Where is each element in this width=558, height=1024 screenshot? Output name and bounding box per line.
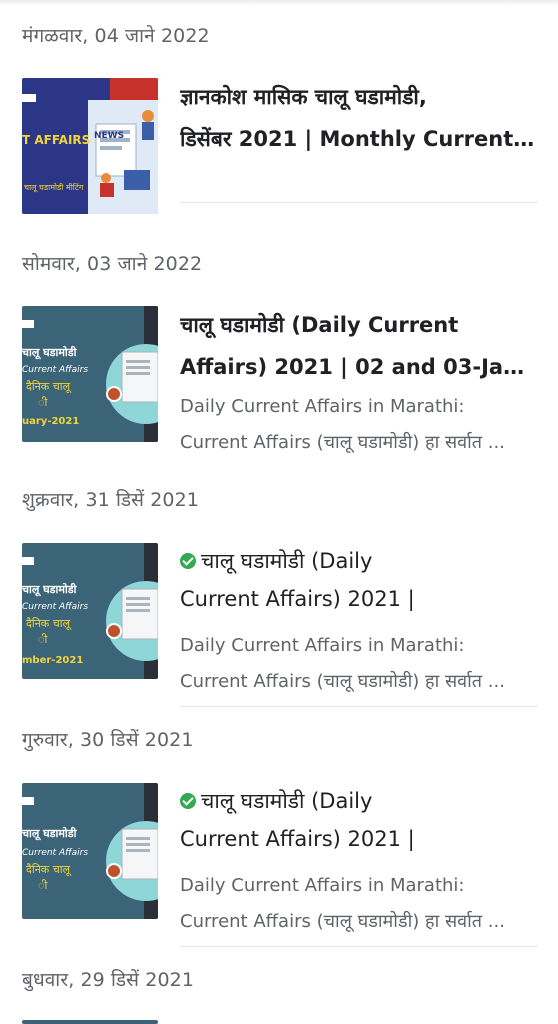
post-date: मंगळवार, 04 जाने 2022 xyxy=(22,25,210,47)
newspaper-thumbnail[interactable]: चालू घडामोडी Current Affairs दैनिक चालू … xyxy=(22,783,158,919)
thumb-line: Current Affairs xyxy=(22,365,88,375)
post-title-text[interactable]: चालू घडामोडी (Daily xyxy=(201,789,372,813)
post-snippet: Daily Current Affairs in Marathi: xyxy=(180,396,465,417)
thumb-line: Current Affairs xyxy=(22,848,88,858)
post-snippet: Daily Current Affairs in Marathi: xyxy=(180,635,465,656)
post-snippet: Daily Current Affairs in Marathi: xyxy=(180,875,465,896)
top-shadow xyxy=(0,0,558,6)
thumb-line: दैनिक चालू xyxy=(26,617,72,631)
post-title-line[interactable]: ज्ञानकोश मासिक चालू घडामोडी, xyxy=(180,76,538,118)
post-date: सोमवार, 03 जाने 2022 xyxy=(22,253,203,275)
newspaper-thumbnail[interactable]: चालू घडामोडी Current Affairs दैनिक चालू … xyxy=(22,543,158,679)
post-date: गुरुवार, 30 डिसें 2021 xyxy=(22,729,194,751)
post-snippet: Current Affairs (चालू घडामोडी) हा सर्वात… xyxy=(180,671,505,692)
post-title-text[interactable]: चालू घडामोडी (Daily xyxy=(201,549,372,573)
thumb-line: दैनिक चालू xyxy=(26,380,72,394)
divider xyxy=(180,706,538,707)
thumb-line: चालू घडामोडी xyxy=(22,826,78,841)
thumb-line: दैनिक चालू xyxy=(26,863,72,877)
verified-check-icon xyxy=(180,553,196,569)
thumb-line: ी xyxy=(38,633,48,646)
divider xyxy=(180,946,538,947)
newspaper-thumbnail[interactable]: चालू घडामोडी Current Affairs दैनिक चालू … xyxy=(22,306,158,442)
thumb-caption: T AFFAIRS xyxy=(22,133,90,147)
thumb-date: mber-2021 xyxy=(22,655,83,666)
post-title-line[interactable]: Current Affairs) 2021 | xyxy=(180,578,538,620)
thumb-line: Current Affairs xyxy=(22,602,88,612)
post-date: शुक्रवार, 31 डिसें 2021 xyxy=(22,489,199,511)
thumb-sub: चालू घडामोडी मीटिंग xyxy=(24,182,84,193)
thumb-date: uary-2021 xyxy=(22,416,79,427)
post-date: बुधवार, 29 डिसें 2021 xyxy=(22,969,195,991)
thumb-line: चालू घडामोडी xyxy=(22,345,78,360)
post-snippet: Current Affairs (चालू घडामोडी) हा सर्वात… xyxy=(180,432,505,453)
thumbnail-partial[interactable] xyxy=(22,1020,158,1024)
post-title-line[interactable]: Current Affairs) 2021 | xyxy=(180,818,538,860)
post-title-line[interactable]: चालू घडामोडी (Daily xyxy=(180,780,538,822)
post-snippet: Current Affairs (चालू घडामोडी) हा सर्वात… xyxy=(180,911,505,932)
thumb-line: ी xyxy=(38,396,48,409)
post-title-line[interactable]: चालू घडामोडी (Daily xyxy=(180,540,538,582)
thumb-line: चालू घडामोडी xyxy=(22,582,78,597)
thumb-badge: NEWS xyxy=(94,131,124,141)
post-title-line[interactable]: डिसेंबर 2021 | Monthly Current ... xyxy=(180,118,538,160)
divider xyxy=(180,202,538,203)
news-illustration-thumbnail[interactable]: NEWS T AFFAIRS चालू घडामोडी मीटिंग xyxy=(22,78,158,214)
post-title-line[interactable]: चालू घडामोडी (Daily Current xyxy=(180,304,538,346)
thumb-line: ी xyxy=(38,879,48,892)
verified-check-icon xyxy=(180,793,196,809)
post-title-line[interactable]: Affairs) 2021 | 02 and 03-Janu... xyxy=(180,346,538,388)
